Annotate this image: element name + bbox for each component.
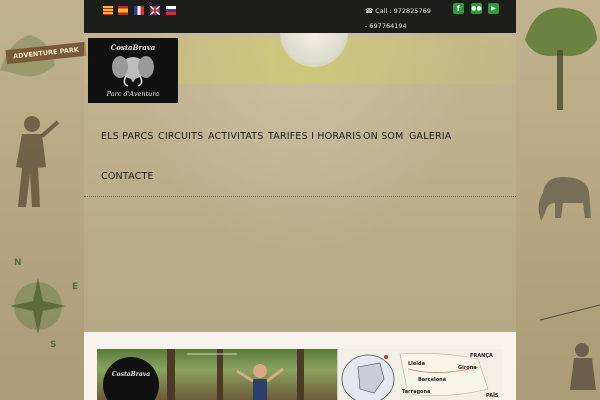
spanish-flag-icon[interactable]	[118, 6, 128, 15]
climber-silhouette	[16, 116, 60, 207]
map-label-pais: PAÏS	[486, 393, 499, 399]
hero-photo: CostaBrava	[97, 349, 337, 400]
map-label-barcelona: Barcelona	[418, 377, 447, 383]
russian-flag-icon[interactable]	[166, 6, 176, 15]
phone-contact[interactable]: ☎ Call : 972825769 - 697764194	[365, 4, 435, 34]
phone-icon: ☎	[365, 7, 376, 15]
nav-item-tarifes-i-horaris[interactable]: TARIFES I HORARIS	[268, 131, 361, 142]
compass-rose-icon	[10, 278, 66, 334]
english-flag-icon[interactable]	[150, 6, 160, 15]
compass-n: N	[14, 258, 22, 268]
facebook-icon[interactable]: f	[453, 3, 464, 14]
flickr-icon[interactable]: ●●	[471, 3, 482, 14]
nav-item-els-parcs[interactable]: ELS PARCS	[101, 131, 154, 142]
tree-silhouette-right	[525, 7, 597, 110]
map-label-franca: FRANÇA	[470, 353, 493, 359]
zipline-rider-silhouette	[540, 304, 600, 390]
compass-s: S	[50, 340, 57, 350]
phone-text: Call : 972825769 - 697764194	[365, 7, 431, 30]
nav-item-activitats[interactable]: ACTIVITATS	[208, 131, 264, 142]
elephant-silhouette	[538, 177, 591, 221]
top-bar	[84, 0, 516, 33]
catalan-flag-icon[interactable]	[103, 6, 113, 15]
photo-logo-text: CostaBrava	[111, 371, 151, 378]
french-flag-icon[interactable]	[134, 6, 144, 15]
nav-item-on-som[interactable]: ON SOM	[363, 131, 404, 142]
nav-divider	[84, 196, 516, 197]
nav-item-circuits[interactable]: CIRCUITS	[158, 131, 203, 142]
logo-line-1: CostaBrava	[110, 43, 156, 52]
nav-item-galeria[interactable]: GALERIA	[409, 131, 451, 142]
site-logo[interactable]: CostaBrava Parc d'Aventura	[88, 38, 178, 103]
map-label-tarragona: Tarragona	[402, 389, 431, 395]
compass-e: E	[72, 282, 79, 292]
location-map[interactable]: Girona Barcelona Tarragona Lleida FRANÇA…	[337, 349, 503, 400]
logo-line-2: Parc d'Aventura	[106, 90, 160, 98]
youtube-icon[interactable]: ▶	[488, 3, 499, 14]
elephant-logo-icon	[112, 56, 154, 87]
map-label-girona: Girona	[458, 365, 477, 371]
nav-item-contacte[interactable]: CONTACTE	[101, 171, 154, 182]
map-label-lleida: Lleida	[408, 361, 425, 367]
